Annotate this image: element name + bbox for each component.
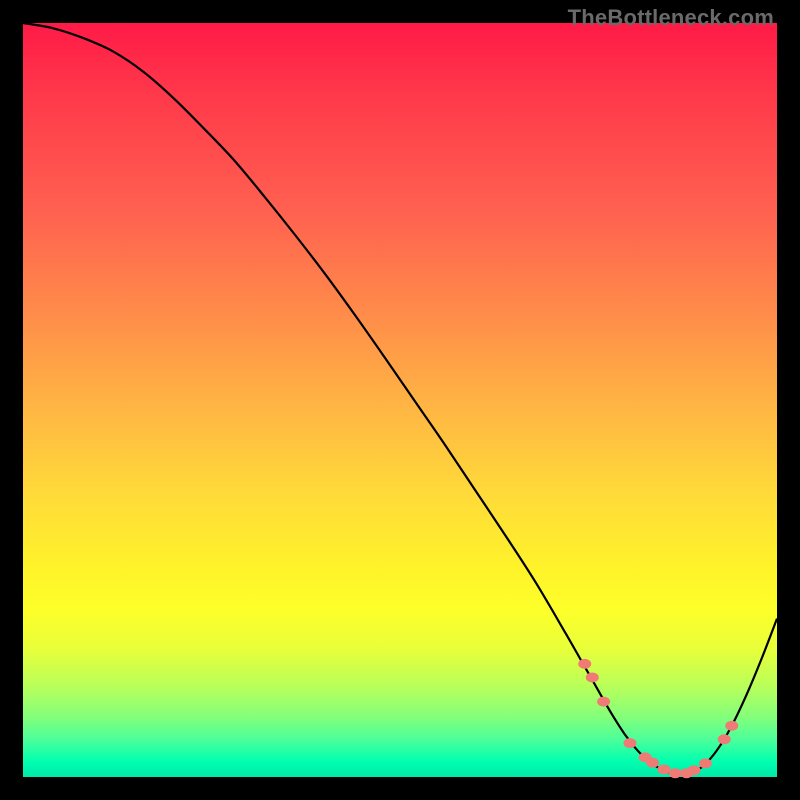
marker-point: [646, 758, 659, 768]
watermark: TheBottleneck.com: [568, 5, 774, 31]
marker-point: [688, 765, 701, 775]
marker-point: [725, 721, 738, 731]
marker-point: [623, 738, 636, 748]
marker-point: [669, 768, 682, 778]
marker-point: [657, 764, 670, 774]
bottleneck-curve: [23, 23, 777, 775]
chart-svg: [23, 23, 777, 777]
marker-point: [699, 758, 712, 768]
marker-point: [597, 697, 610, 707]
data-markers: [578, 659, 738, 778]
marker-point: [578, 659, 591, 669]
marker-point: [718, 734, 731, 744]
marker-point: [586, 672, 599, 682]
